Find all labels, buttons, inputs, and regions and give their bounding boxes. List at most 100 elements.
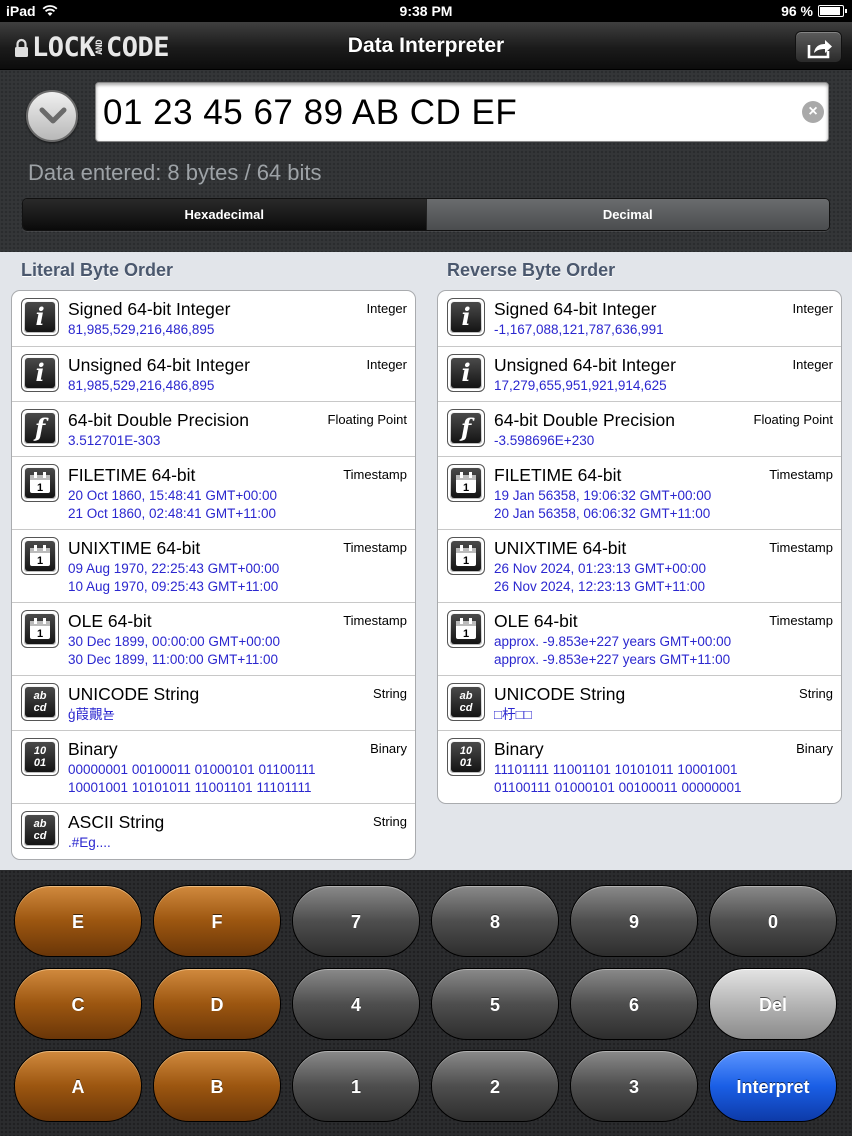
literal-row[interactable]: 1 UNIXTIME 64-bit Timestamp 09 Aug 1970, 22… [12, 529, 415, 602]
key-6[interactable]: 6 [570, 968, 698, 1040]
float-icon-badge: f [21, 409, 59, 447]
result-name: UNIXTIME 64-bit [68, 538, 201, 558]
hex-keypad: E F 7 8 9 0 C D 4 5 6 Del A B 1 2 3 Interpret [0, 870, 852, 1136]
result-value-line: 09 Aug 1970, 22:25:43 GMT+00:00 [68, 561, 280, 576]
key-1[interactable]: 1 [292, 1050, 420, 1122]
key-7[interactable]: 7 [292, 885, 420, 957]
result-name: OLE 64-bit [68, 611, 152, 631]
reverse-row[interactable]: i Signed 64-bit Integer Integer -1,167,088,… [438, 291, 841, 346]
calendar-icon-badge: 1 [447, 537, 485, 575]
segment-hexadecimal[interactable]: Hexadecimal [23, 199, 426, 230]
reverse-row[interactable]: i Unsigned 64-bit Integer Integer 17,279,65… [438, 346, 841, 401]
float-icon-badge: f [447, 409, 485, 447]
result-type: Floating Point [327, 412, 408, 427]
result-type: Timestamp [343, 613, 407, 628]
key-f[interactable]: F [153, 885, 281, 957]
results-area: Literal Byte Order Reverse Byte Order iS… [0, 252, 852, 870]
string-icon: ab cd [25, 815, 55, 845]
key-e[interactable]: E [14, 885, 142, 957]
result-type: Timestamp [769, 540, 833, 555]
reverse-row[interactable]: f 64-bit Double Precision Floating Point -3… [438, 401, 841, 456]
svg-text:1: 1 [463, 628, 469, 640]
calendar-icon-badge: 1 [21, 464, 59, 502]
input-panel: 01 23 45 67 89 AB CD EF × Data entered: … [0, 70, 852, 252]
integer-icon-badge: i [21, 298, 59, 336]
key-b[interactable]: B [153, 1050, 281, 1122]
result-type: Binary [796, 741, 833, 756]
result-value: 3.512701E-303 [68, 432, 160, 450]
clear-input-button[interactable]: × [802, 101, 824, 123]
result-name: OLE 64-bit [494, 611, 578, 631]
result-value: -3.598696E+230 [494, 432, 594, 450]
integer-icon: i [25, 358, 55, 388]
result-value: approx. -9.853e+227 years GMT+00:00 appro… [494, 633, 731, 669]
integer-icon-badge: i [21, 354, 59, 392]
reverse-row[interactable]: 10 01 Binary Binary 11101111 11001101 101010… [438, 730, 841, 803]
key-8[interactable]: 8 [431, 885, 559, 957]
result-name: UNICODE String [494, 684, 626, 704]
result-name: FILETIME 64-bit [68, 465, 196, 485]
key-d[interactable]: D [153, 968, 281, 1040]
key-5[interactable]: 5 [431, 968, 559, 1040]
result-type: Timestamp [343, 467, 407, 482]
result-value-line: □杅□□ [494, 707, 532, 722]
result-type: Integer [366, 357, 407, 372]
result-type: String [373, 686, 407, 701]
key-a[interactable]: A [14, 1050, 142, 1122]
key-2[interactable]: 2 [431, 1050, 559, 1122]
key-c[interactable]: C [14, 968, 142, 1040]
segment-decimal[interactable]: Decimal [425, 199, 829, 230]
reverse-row[interactable]: 1 UNIXTIME 64-bit Timestamp 26 Nov 2024, 01… [438, 529, 841, 602]
result-value: 09 Aug 1970, 22:25:43 GMT+00:00 10 Aug 19… [68, 560, 279, 596]
hex-input-value: 01 23 45 67 89 AB CD EF [103, 93, 518, 132]
string-icon-badge: ab cd [447, 683, 485, 721]
key-9[interactable]: 9 [570, 885, 698, 957]
reverse-section-title: Reverse Byte Order [447, 260, 616, 280]
result-name: 64-bit Double Precision [494, 410, 675, 430]
result-value-line: approx. -9.853e+227 years GMT+11:00 [494, 652, 731, 667]
literal-row[interactable]: i Unsigned 64-bit Integer Integer 81,985,52… [12, 346, 415, 401]
result-type: String [799, 686, 833, 701]
key-del[interactable]: Del [709, 968, 837, 1040]
reverse-row[interactable]: 1 OLE 64-bit Timestamp approx. -9.853e+227 … [438, 602, 841, 675]
result-value-line: 81,985,529,216,486,895 [68, 322, 215, 337]
chevron-down-icon [39, 107, 67, 124]
calendar-icon: 1 [451, 614, 481, 644]
string-icon-badge: ab cd [21, 811, 59, 849]
binary-icon: 10 01 [25, 742, 55, 772]
literal-row[interactable]: f 64-bit Double Precision Floating Point 3.… [12, 401, 415, 456]
string-icon: ab cd [25, 687, 55, 717]
key-4[interactable]: 4 [292, 968, 420, 1040]
binary-icon-badge: 10 01 [21, 738, 59, 776]
result-name: ASCII String [68, 812, 165, 832]
result-name: Signed 64-bit Integer [494, 299, 657, 319]
toggle-keyboard-button[interactable] [26, 90, 78, 142]
string-icon-badge: ab cd [21, 683, 59, 721]
integer-icon: i [451, 358, 481, 388]
hex-input-field[interactable]: 01 23 45 67 89 AB CD EF × [95, 82, 829, 142]
reverse-row[interactable]: 1 FILETIME 64-bit Timestamp 19 Jan 56358, 1… [438, 456, 841, 529]
result-value-line: 01100111 01000101 00100011 00000001 [494, 780, 742, 795]
float-icon: f [451, 413, 481, 443]
calendar-icon: 1 [451, 541, 481, 571]
literal-row[interactable]: ab cd ASCII String String .#Eg.... [12, 803, 415, 859]
result-value-line: 10001001 10101011 11001101 11101111 [68, 780, 312, 795]
key-3[interactable]: 3 [570, 1050, 698, 1122]
reverse-row[interactable]: ab cd UNICODE String String □杅□□ [438, 675, 841, 730]
share-button[interactable] [795, 31, 842, 63]
key-0[interactable]: 0 [709, 885, 837, 957]
key-interpret[interactable]: Interpret [709, 1050, 837, 1122]
share-icon [807, 40, 832, 59]
literal-row[interactable]: ab cd UNICODE String String ģ葭覿뇯 [12, 675, 415, 730]
literal-row[interactable]: 10 01 Binary Binary 00000001 00100011 010001… [12, 730, 415, 803]
literal-row[interactable]: 1 OLE 64-bit Timestamp 30 Dec 1899, 00:00:0… [12, 602, 415, 675]
result-value-line: 30 Dec 1899, 11:00:00 GMT+11:00 [68, 652, 279, 667]
literal-row[interactable]: 1 FILETIME 64-bit Timestamp 20 Oct 1860, 15… [12, 456, 415, 529]
calendar-icon-badge: 1 [21, 537, 59, 575]
integer-icon-badge: i [447, 298, 485, 336]
result-name: Unsigned 64-bit Integer [68, 355, 250, 375]
literal-row[interactable]: i Signed 64-bit Integer Integer 81,985,529,… [12, 291, 415, 346]
result-type: Timestamp [769, 613, 833, 628]
result-name: FILETIME 64-bit [494, 465, 622, 485]
result-type: Floating Point [753, 412, 834, 427]
